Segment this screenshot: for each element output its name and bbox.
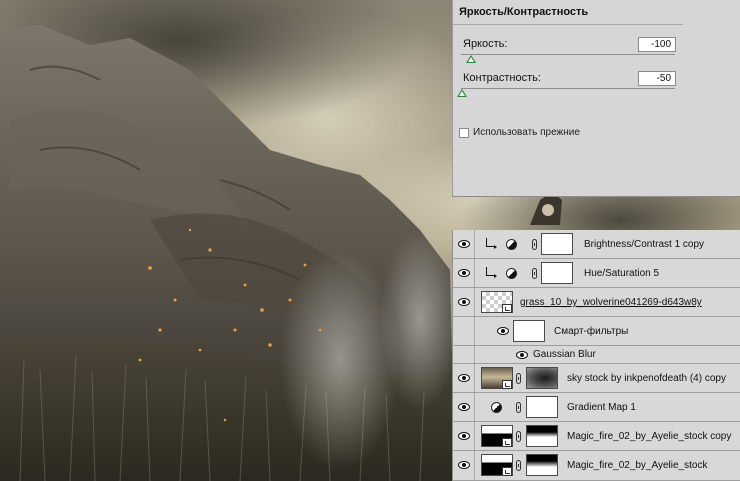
eye-icon — [458, 298, 470, 306]
smart-filters-row[interactable]: Смарт-фильтры — [453, 317, 740, 346]
eye-icon — [458, 432, 470, 440]
contrast-slider-track[interactable] — [461, 88, 675, 89]
eye-icon — [458, 374, 470, 382]
visibility-toggle[interactable] — [453, 259, 475, 287]
chain-link-icon[interactable] — [516, 402, 521, 413]
chain-link-icon[interactable] — [532, 268, 537, 279]
smart-object-icon — [502, 467, 512, 476]
layer-row[interactable]: grass_10_by_wolverine041269-d643w8y — [453, 288, 740, 317]
layer-row[interactable]: Gradient Map 1 — [453, 393, 740, 422]
adjustment-circle-icon — [506, 239, 517, 250]
chain-link-icon[interactable] — [516, 431, 521, 442]
chain-link-icon[interactable] — [532, 239, 537, 250]
filter-row[interactable]: Gaussian Blur — [453, 346, 740, 364]
layer-name: Hue/Saturation 5 — [584, 268, 660, 279]
adjustments-panel: Яркость/Контрастность Яркость: -100 Конт… — [452, 0, 740, 197]
visibility-toggle[interactable] — [453, 451, 475, 480]
layer-mask-thumbnail[interactable] — [526, 367, 558, 389]
use-legacy-checkbox[interactable] — [459, 128, 469, 138]
use-legacy-label: Использовать прежние — [473, 127, 580, 138]
layer-name: Gradient Map 1 — [567, 402, 636, 413]
visibility-toggle-empty[interactable] — [453, 346, 475, 363]
brightness-label: Яркость: — [463, 38, 508, 50]
layer-name: Brightness/Contrast 1 copy — [584, 239, 705, 250]
layer-row[interactable]: Magic_fire_02_by_Ayelie_stock — [453, 451, 740, 481]
layer-row[interactable]: Magic_fire_02_by_Ayelie_stock copy — [453, 422, 740, 451]
layers-panel: Brightness/Contrast 1 copy Hue/Saturatio… — [452, 230, 740, 481]
eye-icon — [458, 403, 470, 411]
layer-name: Magic_fire_02_by_Ayelie_stock — [567, 460, 708, 471]
visibility-toggle[interactable] — [453, 422, 475, 450]
clipping-arrow-icon — [486, 238, 497, 249]
visibility-toggle-empty[interactable] — [453, 317, 475, 345]
adjustment-circle-icon — [506, 268, 517, 279]
filter-name: Gaussian Blur — [533, 349, 596, 360]
layer-name: sky stock by inkpenofdeath (4) copy — [567, 373, 726, 384]
layer-mask-thumbnail[interactable] — [526, 396, 558, 418]
title-divider — [453, 24, 683, 25]
smart-filters-label: Смарт-фильтры — [554, 326, 629, 337]
contrast-label: Контрастность: — [463, 72, 541, 84]
contrast-input[interactable]: -50 — [638, 71, 676, 86]
adjustment-circle-icon — [491, 402, 502, 413]
chain-link-icon[interactable] — [516, 460, 521, 471]
layer-row[interactable]: sky stock by inkpenofdeath (4) copy — [453, 364, 740, 393]
eye-icon — [458, 461, 470, 469]
eye-icon[interactable] — [516, 351, 528, 359]
contrast-slider-thumb[interactable] — [457, 89, 467, 97]
brightness-input[interactable]: -100 — [638, 37, 676, 52]
brightness-slider-track[interactable] — [461, 54, 675, 55]
smart-object-icon — [502, 438, 512, 447]
eye-icon — [458, 240, 470, 248]
layer-row[interactable]: Brightness/Contrast 1 copy — [453, 230, 740, 259]
visibility-toggle[interactable] — [453, 393, 475, 421]
layer-mask-thumbnail[interactable] — [541, 233, 573, 255]
visibility-toggle[interactable] — [453, 364, 475, 392]
layer-name: grass_10_by_wolverine041269-d643w8y — [520, 297, 702, 308]
layer-name: Magic_fire_02_by_Ayelie_stock copy — [567, 431, 732, 442]
smart-object-icon — [502, 304, 512, 313]
layer-row[interactable]: Hue/Saturation 5 — [453, 259, 740, 288]
brightness-slider-thumb[interactable] — [466, 55, 476, 63]
visibility-toggle[interactable] — [453, 230, 475, 258]
adjustments-title: Яркость/Контрастность — [459, 6, 589, 18]
visibility-toggle[interactable] — [453, 288, 475, 316]
layer-mask-thumbnail[interactable] — [541, 262, 573, 284]
eye-icon[interactable] — [497, 327, 509, 335]
layer-mask-thumbnail[interactable] — [526, 454, 558, 476]
filter-mask-thumbnail[interactable] — [513, 320, 545, 342]
clipping-arrow-icon — [486, 267, 497, 278]
layer-mask-thumbnail[interactable] — [526, 425, 558, 447]
eye-icon — [458, 269, 470, 277]
smart-object-icon — [502, 380, 512, 389]
chain-link-icon[interactable] — [516, 373, 521, 384]
